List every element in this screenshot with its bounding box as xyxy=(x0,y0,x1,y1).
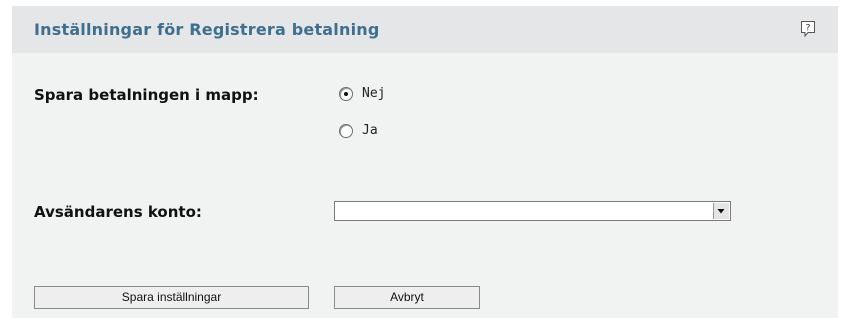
svg-text:?: ? xyxy=(806,24,811,34)
radio-nej-label[interactable]: Nej xyxy=(362,86,385,101)
sender-account-select[interactable] xyxy=(334,201,731,221)
save-settings-button[interactable]: Spara inställningar xyxy=(34,286,309,309)
radio-ja-label[interactable]: Ja xyxy=(362,123,378,138)
radio-nej[interactable] xyxy=(339,87,353,101)
help-icon[interactable]: ? xyxy=(800,20,816,38)
radio-ja[interactable] xyxy=(339,124,353,138)
panel-title: Inställningar för Registrera betalning xyxy=(34,20,380,39)
radio-selected-dot xyxy=(344,92,348,96)
sender-account-label: Avsändarens konto: xyxy=(34,203,202,221)
panel-header: Inställningar för Registrera betalning ? xyxy=(12,6,838,53)
chevron-down-icon[interactable] xyxy=(713,203,729,219)
settings-panel: Inställningar för Registrera betalning ?… xyxy=(12,6,838,318)
save-in-folder-label: Spara betalningen i mapp: xyxy=(34,86,259,104)
cancel-button[interactable]: Avbryt xyxy=(334,286,480,309)
